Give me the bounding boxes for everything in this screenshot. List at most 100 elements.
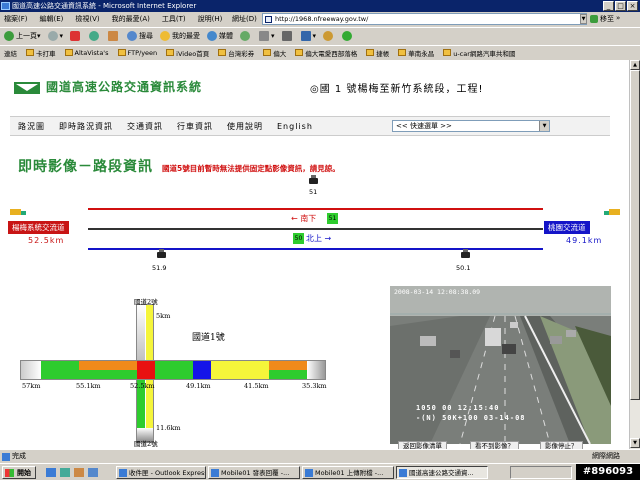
media-icon bbox=[207, 31, 218, 41]
taskbar-item-active[interactable]: 國道高速公路交通資... bbox=[396, 466, 488, 479]
stop-button[interactable] bbox=[70, 31, 82, 41]
link-item[interactable]: 捷帳 bbox=[366, 48, 389, 58]
camera-icon[interactable] bbox=[309, 175, 318, 184]
media-button[interactable]: 媒體 bbox=[207, 31, 233, 41]
menu-help[interactable]: 說明(H) bbox=[198, 14, 223, 24]
mail-button[interactable]: ▾ bbox=[259, 31, 275, 41]
southbound-label: ← 南下 bbox=[291, 214, 317, 223]
page-title: 即時影像－路段資訊 bbox=[18, 159, 153, 175]
camera-label: 50.1 bbox=[456, 264, 471, 272]
discuss-button[interactable] bbox=[323, 31, 335, 41]
star-icon bbox=[160, 31, 171, 41]
folder-icon bbox=[366, 49, 375, 56]
messenger-button[interactable] bbox=[342, 31, 354, 41]
menu-favorites[interactable]: 我的最愛(A) bbox=[112, 14, 150, 24]
scroll-up-icon[interactable]: ▲ bbox=[630, 60, 640, 70]
links-chevron[interactable]: » bbox=[616, 14, 620, 22]
window-title: 國道高速公路交通資訊系統 - Microsoft Internet Explor… bbox=[12, 2, 197, 10]
toolbar: 上一頁 ▾ ▾ 搜尋 我的最愛 媒體 ▾ ▾ bbox=[0, 27, 640, 44]
address-input[interactable]: http://1968.nfreeway.gov.tw/ bbox=[262, 13, 587, 25]
nav-road-map[interactable]: 路況圖 bbox=[18, 121, 45, 132]
stop-icon bbox=[70, 31, 81, 41]
link-item[interactable]: 台灣彩券 bbox=[218, 48, 254, 58]
favorites-button[interactable]: 我的最愛 bbox=[160, 31, 200, 41]
scroll-thumb[interactable] bbox=[630, 70, 640, 400]
nav-usage[interactable]: 使用說明 bbox=[227, 121, 263, 132]
page-icon bbox=[265, 16, 272, 23]
window-title-bar[interactable]: 國道高速公路交通資訊系統 - Microsoft Internet Explor… bbox=[0, 0, 640, 12]
forward-button[interactable]: ▾ bbox=[47, 31, 63, 41]
link-item[interactable]: 華南永昌 bbox=[398, 48, 434, 58]
quicklaunch-desktop-icon[interactable] bbox=[60, 468, 70, 477]
chevron-down-icon: ▼ bbox=[539, 121, 549, 131]
nav-realtime[interactable]: 即時路況資訊 bbox=[59, 121, 113, 132]
print-button[interactable] bbox=[281, 31, 294, 41]
cannot-see-button[interactable]: 看不到影像？ bbox=[470, 441, 519, 449]
camera-timestamp: 2008-03-14 12:08:38.09 bbox=[394, 288, 481, 296]
camera-icon[interactable] bbox=[461, 249, 470, 258]
maximize-button[interactable]: □ bbox=[615, 1, 626, 11]
camera-icon[interactable] bbox=[157, 249, 166, 258]
link-item[interactable]: iVideo首頁 bbox=[166, 48, 209, 58]
scroll-down-icon[interactable]: ▼ bbox=[630, 438, 640, 448]
folder-icon bbox=[117, 49, 126, 56]
northbound-camera-box[interactable]: 50 bbox=[293, 233, 304, 244]
back-to-list-button[interactable]: 返回影像清單 bbox=[398, 441, 447, 449]
north-road-segment[interactable] bbox=[136, 304, 154, 366]
menu-file[interactable]: 檔案(F) bbox=[4, 14, 28, 24]
history-button[interactable] bbox=[240, 31, 252, 41]
link-item[interactable]: AltaVista's bbox=[64, 49, 109, 57]
history-icon bbox=[240, 31, 251, 41]
address-value: http://1968.nfreeway.gov.tw/ bbox=[275, 15, 369, 23]
quicklaunch-mail-icon[interactable] bbox=[88, 468, 98, 477]
link-item[interactable]: FTP/yeen bbox=[117, 49, 157, 57]
taskbar-item[interactable]: 收件匣 - Outlook Express bbox=[116, 466, 206, 479]
taskbar-item[interactable]: Mobile01 上傳附檔 -... bbox=[302, 466, 394, 479]
go-button[interactable]: 移至 bbox=[590, 13, 614, 25]
refresh-button[interactable] bbox=[89, 31, 101, 41]
camera-overlay-line1: 1050 00 12:15:40 bbox=[416, 404, 500, 412]
links-bar: 連結 卡打車 AltaVista's FTP/yeen iVideo首頁 台灣彩… bbox=[0, 45, 640, 59]
status-text: 完成 bbox=[12, 452, 26, 460]
taskbar-item[interactable]: Mobile01 發表回覆 -... bbox=[208, 466, 300, 479]
menu-tools[interactable]: 工具(T) bbox=[162, 14, 186, 24]
site-title[interactable]: 國道高速公路交通資訊系統 bbox=[46, 78, 202, 95]
page-content: 國道高速公路交通資訊系統 ◎國 1 號楊梅至新竹系統段，工程! 路況圖 即時路況… bbox=[0, 60, 629, 449]
vertical-scrollbar[interactable]: ▲ ▼ bbox=[629, 60, 640, 449]
home-button[interactable] bbox=[108, 31, 120, 41]
quick-menu-select[interactable]: << 快速選單 >> ▼ bbox=[392, 120, 550, 132]
home-icon bbox=[108, 31, 119, 41]
image-stopped-button[interactable]: 影像停止？ bbox=[540, 441, 583, 449]
edit-button[interactable]: ▾ bbox=[300, 31, 316, 41]
edit-icon bbox=[300, 31, 311, 41]
address-dropdown-icon[interactable]: ▼ bbox=[580, 14, 587, 24]
folder-icon bbox=[398, 49, 407, 56]
search-button[interactable]: 搜尋 bbox=[127, 31, 153, 41]
system-tray[interactable] bbox=[510, 466, 572, 479]
link-item[interactable]: 偏大 bbox=[263, 48, 286, 58]
close-button[interactable]: × bbox=[627, 1, 638, 11]
back-button[interactable]: 上一頁 ▾ bbox=[4, 31, 41, 41]
southbound-camera-box[interactable]: 51 bbox=[327, 213, 338, 224]
km-label: 57km bbox=[22, 382, 41, 390]
km-label: 52.5km bbox=[130, 382, 155, 390]
link-item[interactable]: 偏大電愛西部落格 bbox=[295, 48, 357, 58]
menu-view[interactable]: 檢視(V) bbox=[75, 14, 99, 24]
left-interchange-label[interactable]: 楊梅系統交流道 bbox=[8, 221, 69, 234]
northbound-label: 北上 → bbox=[306, 234, 332, 243]
km-label: 55.1km bbox=[76, 382, 101, 390]
quicklaunch-folder-icon[interactable] bbox=[74, 468, 84, 477]
done-icon bbox=[2, 453, 10, 461]
minimize-button[interactable]: _ bbox=[603, 1, 614, 11]
folder-icon bbox=[26, 49, 34, 56]
right-interchange-label[interactable]: 桃園交流道 bbox=[544, 221, 590, 234]
menu-edit[interactable]: 編輯(E) bbox=[40, 14, 64, 24]
nav-driving-info[interactable]: 行車資訊 bbox=[177, 121, 213, 132]
site-logo[interactable] bbox=[14, 82, 40, 94]
quicklaunch-ie-icon[interactable] bbox=[46, 468, 56, 477]
link-item[interactable]: u-car網路汽車共和國 bbox=[443, 48, 515, 58]
nav-english[interactable]: English bbox=[277, 122, 313, 131]
nav-traffic-info[interactable]: 交通資訊 bbox=[127, 121, 163, 132]
link-item[interactable]: 卡打車 bbox=[26, 48, 56, 58]
start-button[interactable]: 開始 bbox=[2, 466, 36, 479]
